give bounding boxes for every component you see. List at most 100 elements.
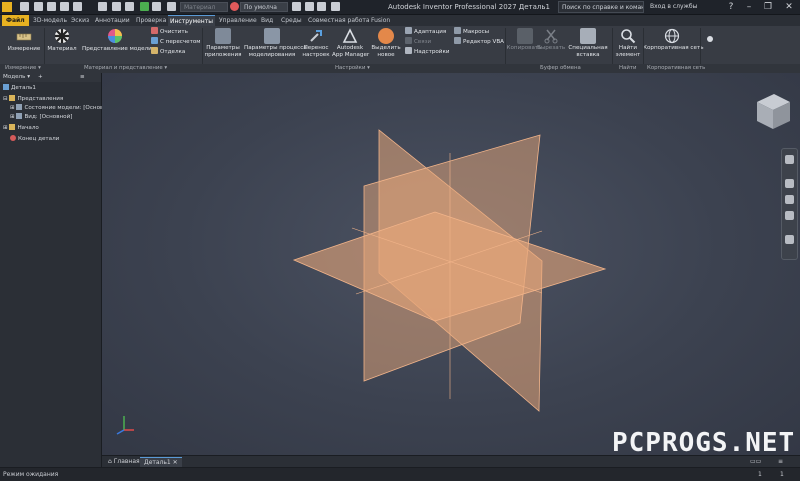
update-icon[interactable] [112, 2, 121, 11]
recalc-button[interactable]: С пересчетом [151, 37, 201, 47]
appearance-button[interactable]: Представление модели [82, 46, 152, 53]
return-icon[interactable] [167, 2, 176, 11]
find-icon[interactable] [620, 28, 636, 44]
orbit-icon[interactable] [785, 211, 794, 220]
close-button[interactable]: ✕ [780, 0, 798, 14]
adaptation-button[interactable]: Адаптация [405, 27, 446, 37]
qa-customize-icon[interactable] [331, 2, 340, 11]
adaptation-icon [405, 27, 412, 34]
app-manager-icon[interactable] [342, 28, 358, 44]
tree-item-view[interactable]: ⊞ Вид: [Основной] [10, 113, 72, 121]
look-at-icon[interactable] [785, 235, 794, 244]
document-settings-button[interactable]: Параметры процесса [244, 45, 307, 52]
panel-options-title[interactable]: Настройки ▾ [335, 64, 370, 73]
paste-special-icon[interactable] [580, 28, 596, 44]
open-file-icon[interactable] [34, 2, 43, 11]
tab-annotate[interactable]: Аннотации [93, 15, 132, 26]
paste-special-button[interactable]: Специальная [566, 45, 610, 52]
tile-windows-icon[interactable]: ▭▭ [746, 457, 765, 467]
macros-button[interactable]: Макросы [454, 27, 489, 37]
app-options-button[interactable]: Параметры [203, 45, 243, 52]
find-button[interactable]: Найти [614, 45, 642, 52]
select-icon[interactable] [125, 2, 134, 11]
pan-hand-icon[interactable] [785, 179, 794, 188]
whats-new-button[interactable]: Выделить [370, 45, 402, 52]
app-manager-button[interactable]: Autodesk [332, 45, 368, 52]
save-icon[interactable] [47, 2, 56, 11]
undo-icon[interactable] [60, 2, 69, 11]
sign-in-button[interactable]: Вход в службы [650, 1, 697, 13]
copy-icon[interactable] [517, 28, 533, 44]
whats-new-icon[interactable] [378, 28, 394, 44]
documents-menu-icon[interactable]: ≡ [774, 457, 787, 467]
migrate-settings-button[interactable]: Перенос [301, 45, 331, 52]
document-settings-icon[interactable] [264, 28, 280, 44]
measure-button[interactable]: Измерение [4, 46, 44, 53]
home-icon[interactable] [98, 2, 107, 11]
measure-icon[interactable] [16, 29, 32, 45]
zoom-icon[interactable] [785, 195, 794, 204]
tab-environments[interactable]: Среды [279, 15, 304, 26]
tree-root[interactable]: Деталь1 [3, 84, 36, 92]
ribbon-options-icon[interactable] [706, 28, 714, 42]
tab-sketch[interactable]: Эскиз [69, 15, 91, 26]
appearance-ball-icon[interactable] [230, 2, 239, 11]
minimize-button[interactable]: – [740, 0, 758, 14]
panel-material-title[interactable]: Материал и представление ▾ [84, 64, 167, 73]
tab-file[interactable]: Файл [2, 15, 29, 26]
parameters-icon[interactable] [305, 2, 314, 11]
help-icon[interactable]: ? [722, 0, 740, 14]
finish-button[interactable]: Отделка [151, 47, 185, 57]
tab-home[interactable]: ⌂ Главная [104, 457, 144, 467]
tab-collaborate[interactable]: Совместная работа [306, 15, 372, 26]
appearance-select[interactable]: По умолча [240, 2, 288, 12]
tree-item-end-of-part[interactable]: Конец детали [10, 135, 59, 143]
cut-button[interactable]: Вырезать [537, 45, 565, 52]
fx-icon[interactable] [317, 2, 326, 11]
tree-item-representations[interactable]: ⊟ Представления [3, 95, 63, 103]
tab-close-icon[interactable]: ✕ [173, 459, 178, 466]
tab-manage[interactable]: Управление [217, 15, 259, 26]
app-options-icon[interactable] [215, 28, 231, 44]
browser-add-tab-button[interactable]: + [38, 73, 43, 82]
tab-fusion[interactable]: Fusion [369, 15, 392, 26]
tree-item-origin[interactable]: ⊞ Начало [3, 124, 39, 132]
redo-icon[interactable] [73, 2, 82, 11]
tab-view[interactable]: Вид [259, 15, 275, 26]
clear-override-icon[interactable] [292, 2, 301, 11]
help-search-input[interactable]: Поиск по справке и командам [558, 1, 644, 13]
globe-icon[interactable] [664, 28, 680, 44]
links-button[interactable]: Связи [405, 37, 431, 47]
new-file-icon[interactable] [20, 2, 29, 11]
document-settings-label-2: моделирования [248, 52, 296, 58]
measure-qa-icon[interactable] [140, 2, 149, 11]
browser-menu-icon[interactable]: ≡ [80, 73, 85, 82]
tab-part1[interactable]: Деталь1 ✕ [140, 457, 182, 467]
navigation-bar [781, 148, 798, 260]
tree-item-model-state[interactable]: ⊞ Состояние модели: [Основной] [10, 104, 116, 112]
status-bar: Режим ожидания 1 1 [0, 467, 800, 481]
steering-wheel-icon[interactable] [785, 155, 794, 164]
vba-editor-button[interactable]: Редактор VBA [454, 37, 504, 47]
material-button[interactable]: Материал [46, 46, 78, 53]
panel-measure-title[interactable]: Измерение ▾ [5, 64, 41, 73]
migrate-settings-label-2: настроек [302, 52, 330, 58]
material-icon[interactable] [54, 28, 70, 44]
appearance-icon[interactable] [107, 28, 123, 44]
migrate-settings-icon[interactable] [308, 28, 324, 44]
maximize-button[interactable]: ❐ [759, 0, 777, 14]
material-select[interactable]: Материал [180, 2, 228, 12]
project-icon[interactable] [152, 2, 161, 11]
app-title: Autodesk Inventor Professional 2027 Дета… [388, 3, 550, 11]
cut-icon[interactable] [543, 28, 559, 44]
tab-3d-model[interactable]: 3D-модель [31, 15, 69, 26]
clear-button[interactable]: Очистить [151, 27, 188, 37]
corp-network-button[interactable]: Корпоративная сеть [643, 45, 704, 52]
browser-tab-model[interactable]: Модель ▾ [3, 73, 30, 82]
links-icon [405, 37, 412, 44]
graphics-viewport[interactable] [102, 73, 800, 455]
addins-button[interactable]: Надстройки [405, 47, 449, 57]
whats-new-label-2: новое [377, 52, 395, 58]
tab-tools[interactable]: Инструменты [168, 15, 215, 26]
tab-inspect[interactable]: Проверка [134, 15, 168, 26]
